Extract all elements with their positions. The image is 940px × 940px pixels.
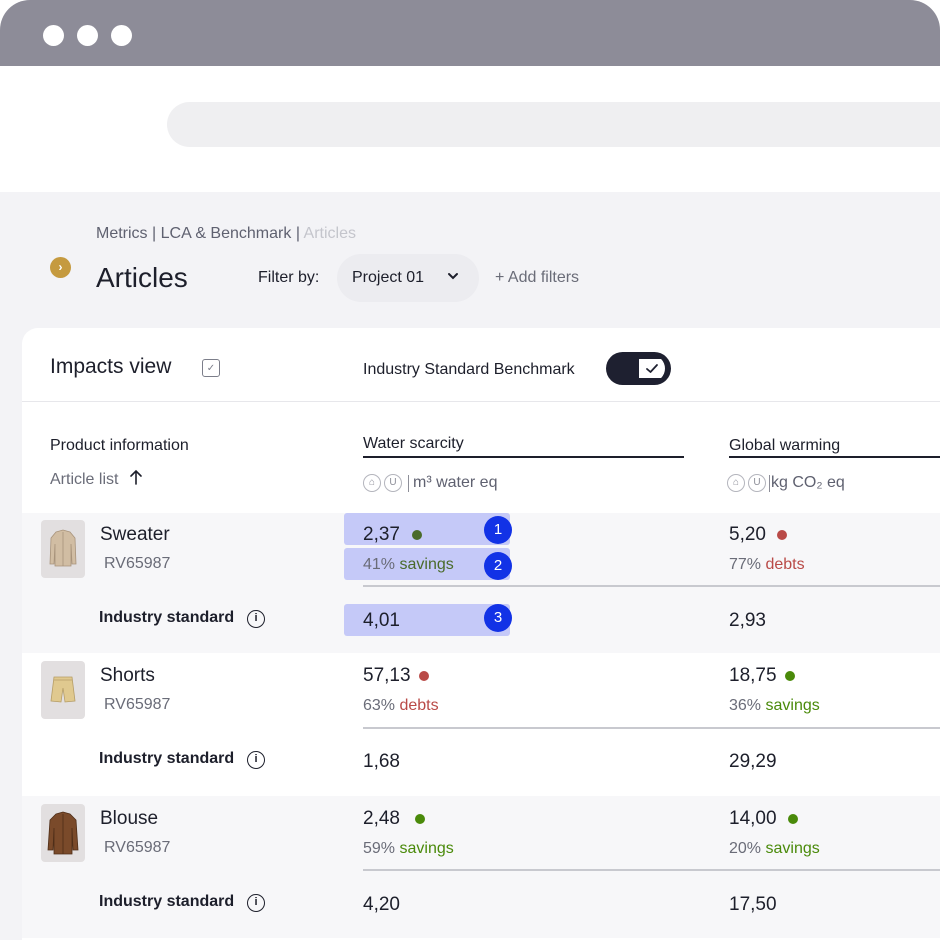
breadcrumb-lca[interactable]: LCA & Benchmark — [161, 225, 292, 242]
product-name[interactable]: Shorts — [100, 665, 155, 687]
industry-standard-label: Industry standard — [99, 750, 235, 767]
product-thumbnail[interactable] — [41, 661, 85, 719]
product-name[interactable]: Blouse — [100, 808, 158, 830]
water-standard-value: 4,20 — [363, 894, 400, 915]
water-header-underline — [363, 456, 684, 458]
unit-u-icon: U — [748, 474, 766, 492]
product-thumbnail[interactable] — [41, 804, 85, 862]
warming-delta: 77% debts — [729, 556, 805, 573]
water-delta: 59% savings — [363, 840, 454, 857]
browser-toolbar — [0, 66, 940, 192]
water-value: 2,37 — [363, 524, 400, 545]
product-name[interactable]: Sweater — [100, 524, 170, 546]
shorts-image — [50, 676, 76, 703]
filter-label: Filter by: — [258, 269, 320, 286]
hanger-icon: ⌂ — [363, 474, 381, 492]
water-standard-value: 4,01 — [363, 610, 400, 631]
water-unit: ⌂ U m³ water eq — [363, 474, 497, 492]
card-divider — [22, 401, 940, 402]
status-dot-debts — [777, 530, 787, 540]
warming-delta: 20% savings — [729, 840, 820, 857]
window-dot[interactable] — [43, 25, 64, 46]
water-delta: 41% savings — [363, 556, 454, 573]
calendar-check-icon[interactable]: ✓ — [202, 359, 220, 377]
warming-standard-value: 2,93 — [729, 610, 766, 631]
status-dot-savings — [412, 530, 422, 540]
row-rule — [363, 869, 940, 871]
unit-u-icon: U — [384, 474, 402, 492]
industry-standard-label: Industry standard — [99, 893, 235, 910]
warming-standard-value: 17,50 — [729, 894, 777, 915]
title-bar — [0, 0, 940, 66]
product-thumbnail[interactable] — [41, 520, 85, 578]
info-icon[interactable]: i — [247, 894, 265, 912]
hanger-icon: ⌂ — [727, 474, 745, 492]
warming-value: 5,20 — [729, 524, 766, 545]
benchmark-label: Industry Standard Benchmark — [363, 361, 575, 378]
blouse-image — [47, 811, 79, 855]
status-dot-savings — [788, 814, 798, 824]
window-dot[interactable] — [111, 25, 132, 46]
industry-standard-label: Industry standard — [99, 609, 235, 626]
warming-value: 18,75 — [729, 665, 777, 686]
marker-badge: 2 — [484, 552, 512, 580]
sweater-image — [49, 529, 77, 567]
product-code: RV65987 — [104, 555, 171, 572]
expand-sidebar-button[interactable]: › — [50, 257, 71, 278]
marker-badge: 3 — [484, 604, 512, 632]
product-code: RV65987 — [104, 839, 171, 856]
breadcrumb: Metrics | LCA & Benchmark | Articles — [96, 225, 356, 242]
impacts-card: Impacts view ✓ Industry Standard Benchma… — [22, 328, 940, 940]
row-rule — [363, 585, 940, 587]
article-list-sort[interactable]: Article list — [50, 469, 143, 489]
status-dot-debts — [419, 671, 429, 681]
product-code: RV65987 — [104, 696, 171, 713]
water-value: 57,13 — [363, 665, 411, 686]
check-icon — [639, 359, 665, 378]
browser-window: Metrics | LCA & Benchmark | Articles › A… — [0, 0, 940, 940]
status-dot-savings — [785, 671, 795, 681]
project-filter-select[interactable]: Project 01 — [337, 254, 479, 302]
product-info-header: Product information — [50, 437, 189, 454]
water-scarcity-header[interactable]: Water scarcity — [363, 435, 464, 453]
page-title: Articles — [96, 262, 188, 293]
warming-delta: 36% savings — [729, 697, 820, 714]
window-dot[interactable] — [77, 25, 98, 46]
water-standard-value: 1,68 — [363, 751, 400, 772]
project-filter-value: Project 01 — [352, 269, 425, 286]
warming-standard-value: 29,29 — [729, 751, 777, 772]
breadcrumb-metrics[interactable]: Metrics — [96, 225, 148, 242]
water-value: 2,48 — [363, 808, 400, 829]
breadcrumb-current: Articles — [303, 225, 356, 242]
add-filters-button[interactable]: + Add filters — [495, 269, 579, 287]
chevron-down-icon — [448, 273, 458, 280]
status-dot-savings — [415, 814, 425, 824]
warming-value: 14,00 — [729, 808, 777, 829]
arrow-up-icon — [130, 469, 142, 485]
address-bar[interactable] — [167, 102, 940, 147]
benchmark-toggle[interactable] — [606, 352, 671, 385]
global-warming-header[interactable]: Global warming — [729, 437, 840, 455]
warming-unit: ⌂ U kg CO₂ eq — [727, 474, 845, 492]
marker-badge: 1 — [484, 516, 512, 544]
product-row-band — [22, 796, 940, 938]
water-delta: 63% debts — [363, 697, 439, 714]
impacts-view-title: Impacts view — [50, 355, 172, 378]
warming-header-underline — [729, 456, 940, 458]
info-icon[interactable]: i — [247, 610, 265, 628]
info-icon[interactable]: i — [247, 751, 265, 769]
row-rule — [363, 727, 940, 729]
